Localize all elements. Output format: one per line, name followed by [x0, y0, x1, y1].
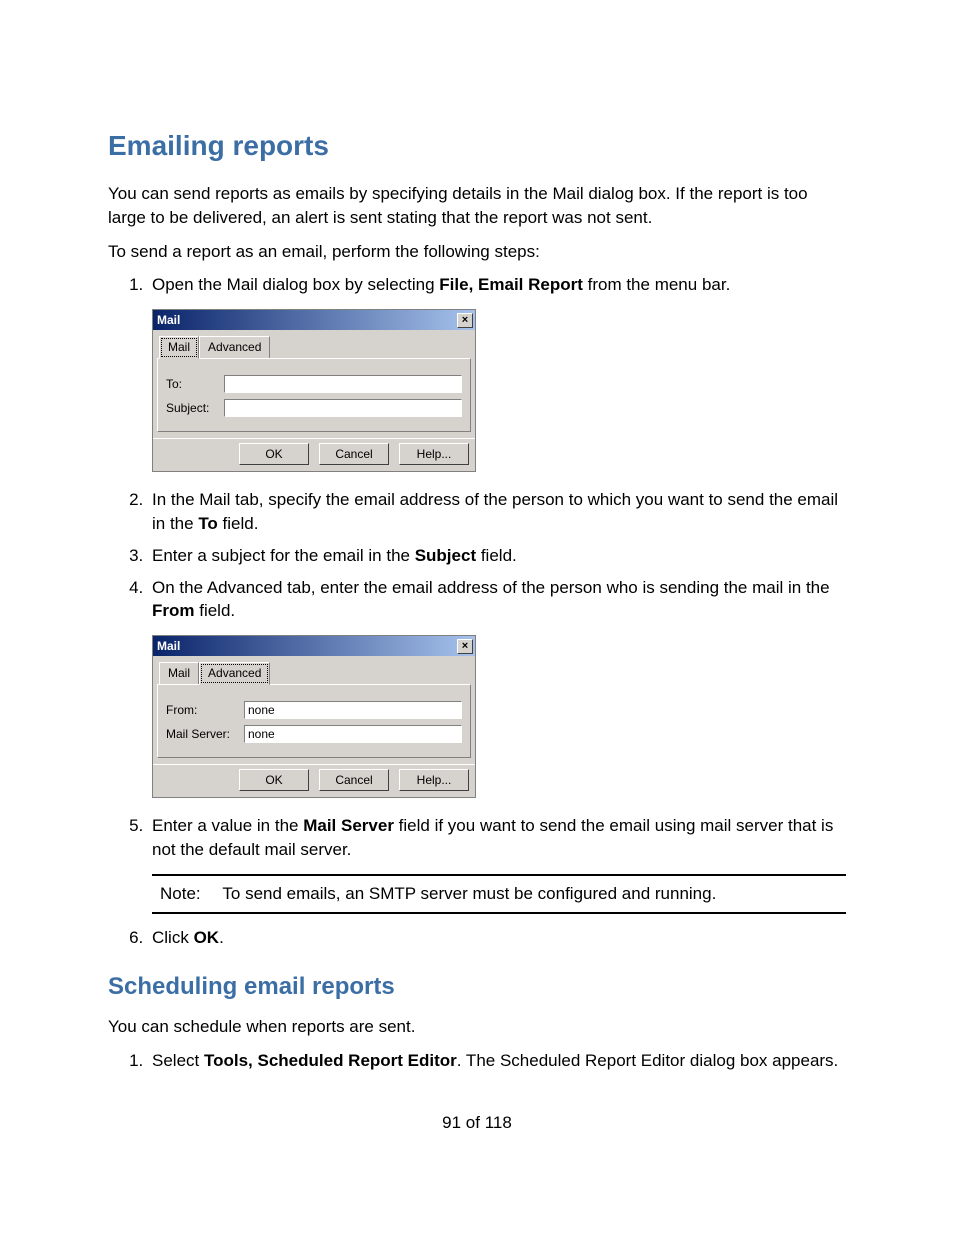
- mail-server-input[interactable]: none: [244, 725, 462, 743]
- cancel-button[interactable]: Cancel: [319, 443, 389, 465]
- ok-button[interactable]: OK: [239, 769, 309, 791]
- mail-dialog-mail-tab: Mail × Mail Advanced To: Subject:: [152, 309, 476, 472]
- dialog-title: Mail: [157, 312, 180, 329]
- dialog-title: Mail: [157, 638, 180, 655]
- tab-strip: Mail Advanced: [153, 656, 475, 684]
- intro-paragraph-1: You can send reports as emails by specif…: [108, 182, 846, 230]
- help-button[interactable]: Help...: [399, 443, 469, 465]
- close-icon: ×: [462, 314, 468, 326]
- note-label: Note:: [160, 882, 218, 906]
- scheduling-steps-list: Select Tools, Scheduled Report Editor. T…: [108, 1049, 846, 1073]
- help-button[interactable]: Help...: [399, 769, 469, 791]
- tab-mail[interactable]: Mail: [159, 336, 199, 359]
- scheduling-paragraph: You can schedule when reports are sent.: [108, 1015, 846, 1039]
- button-row: OK Cancel Help...: [153, 438, 475, 471]
- to-label: To:: [166, 376, 224, 393]
- dialog-titlebar: Mail ×: [153, 636, 475, 656]
- note-box: Note: To send emails, an SMTP server mus…: [152, 874, 846, 914]
- subject-input[interactable]: [224, 399, 462, 417]
- tab-advanced[interactable]: Advanced: [199, 336, 270, 358]
- tab-strip: Mail Advanced: [153, 330, 475, 358]
- dialog-titlebar: Mail ×: [153, 310, 475, 330]
- step-5: Enter a value in the Mail Server field i…: [148, 814, 846, 913]
- mail-dialog-advanced-tab: Mail × Mail Advanced From: none Mail Ser…: [152, 635, 476, 798]
- scheduling-step-1: Select Tools, Scheduled Report Editor. T…: [148, 1049, 846, 1073]
- page-number: 91 of 118: [108, 1113, 846, 1133]
- tab-mail[interactable]: Mail: [159, 662, 199, 684]
- intro-paragraph-2: To send a report as an email, perform th…: [108, 240, 846, 264]
- note-text: To send emails, an SMTP server must be c…: [222, 884, 716, 903]
- button-row: OK Cancel Help...: [153, 764, 475, 797]
- close-icon: ×: [462, 640, 468, 652]
- from-label: From:: [166, 702, 244, 719]
- step-6: Click OK.: [148, 926, 846, 950]
- steps-list: Open the Mail dialog box by selecting Fi…: [108, 273, 846, 949]
- from-input[interactable]: none: [244, 701, 462, 719]
- tab-advanced[interactable]: Advanced: [199, 662, 270, 685]
- tab-panel: From: none Mail Server: none: [157, 684, 471, 758]
- to-input[interactable]: [224, 375, 462, 393]
- close-button[interactable]: ×: [457, 639, 473, 654]
- close-button[interactable]: ×: [457, 313, 473, 328]
- tab-panel: To: Subject:: [157, 358, 471, 432]
- subject-label: Subject:: [166, 400, 224, 417]
- step-2: In the Mail tab, specify the email addre…: [148, 488, 846, 536]
- ok-button[interactable]: OK: [239, 443, 309, 465]
- step-3: Enter a subject for the email in the Sub…: [148, 544, 846, 568]
- step-4: On the Advanced tab, enter the email add…: [148, 576, 846, 799]
- heading-emailing-reports: Emailing reports: [108, 130, 846, 162]
- mail-server-label: Mail Server:: [166, 726, 244, 743]
- step-1: Open the Mail dialog box by selecting Fi…: [148, 273, 846, 472]
- cancel-button[interactable]: Cancel: [319, 769, 389, 791]
- heading-scheduling-email-reports: Scheduling email reports: [108, 973, 846, 1001]
